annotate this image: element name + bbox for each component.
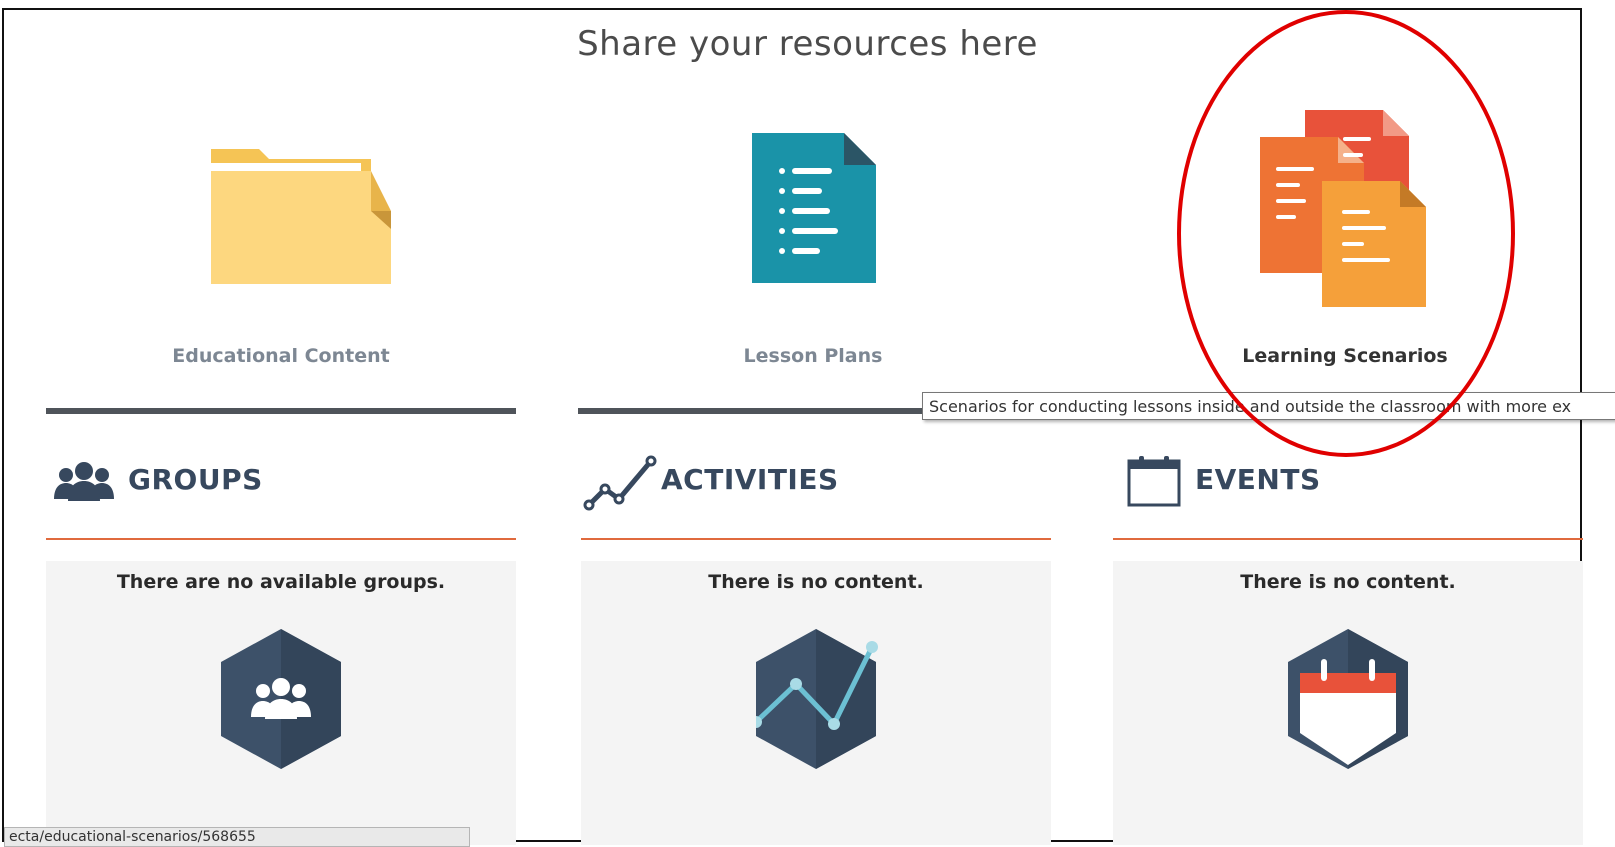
highlight-circle [1177,10,1515,457]
resource-tab-bar [46,408,516,414]
section-rule [46,538,516,540]
line-chart-icon [583,455,659,515]
calendar-icon [1127,455,1181,511]
users-icon [52,459,116,507]
users-hexagon-icon [221,629,341,769]
section-activities: ACTIVITIES There is no content. [581,455,1051,845]
section-rule [581,538,1051,540]
section-groups: GROUPS There are no available groups. [46,455,516,845]
section-content: There is no content. [1113,561,1583,845]
empty-message: There is no content. [1240,571,1456,593]
section-title[interactable]: ACTIVITIES [661,463,839,496]
empty-message: There is no content. [708,571,924,593]
resource-lesson-plans[interactable]: Lesson Plans [578,105,1048,414]
resource-label[interactable]: Lesson Plans [578,345,1048,367]
chart-hexagon-icon [756,629,878,769]
resource-educational-content[interactable]: Educational Content [46,105,516,414]
section-events: EVENTS There is no content. [1113,455,1583,845]
status-bar-url: ecta/educational-scenarios/568655 [4,827,470,847]
section-title[interactable]: EVENTS [1195,463,1321,496]
folder-icon[interactable] [46,105,516,315]
section-content: There are no available groups. [46,561,516,845]
empty-message: There are no available groups. [116,571,446,593]
calendar-hexagon-icon [1288,629,1408,769]
section-rule [1113,538,1583,540]
section-content: There is no content. [581,561,1051,845]
section-title[interactable]: GROUPS [128,463,263,496]
document-list-icon[interactable] [578,105,1048,315]
resource-label[interactable]: Educational Content [46,345,516,367]
